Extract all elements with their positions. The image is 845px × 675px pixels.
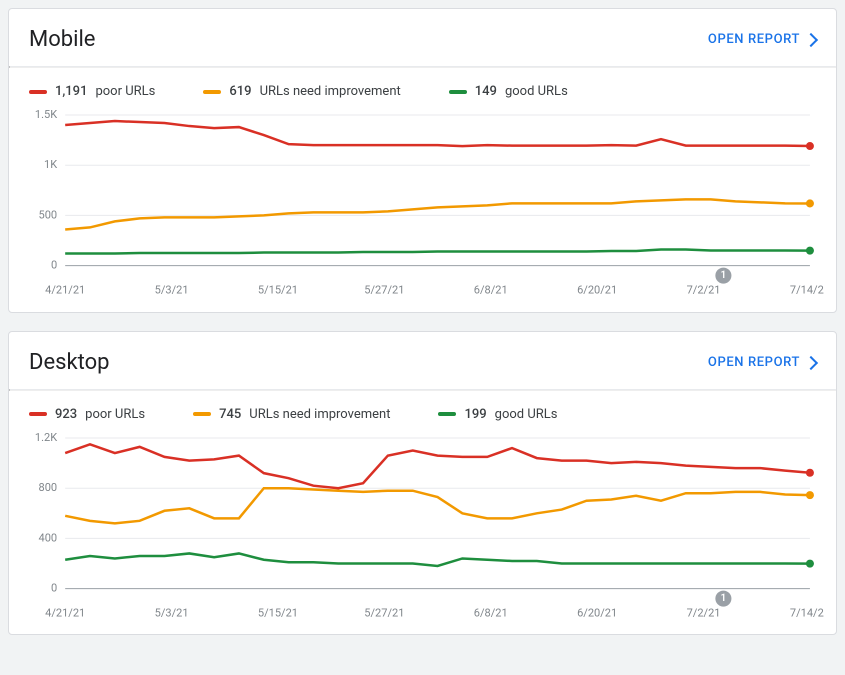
x-tick-label: 7/14/21 (790, 284, 824, 297)
open-report-link[interactable]: OPEN REPORT (708, 355, 816, 370)
x-tick-label: 5/15/21 (258, 284, 298, 297)
legend-value: 199 (464, 407, 486, 422)
legend-value: 619 (229, 84, 251, 99)
series-poor (65, 444, 810, 488)
event-marker-label: 1 (721, 270, 727, 281)
y-tick-label: 1.2K (35, 432, 57, 444)
x-tick-label: 4/21/21 (45, 284, 85, 297)
x-tick-label: 7/2/21 (687, 284, 721, 297)
legend-value: 923 (55, 407, 77, 422)
series-good (65, 553, 810, 566)
card-header: Mobile OPEN REPORT (9, 9, 836, 66)
x-tick-label: 6/8/21 (474, 284, 508, 297)
legend-entry-good[interactable]: 199 good URLs (438, 407, 557, 422)
chart-legend: 923 poor URLs 745 URLs need improvement 19… (9, 391, 836, 432)
legend-label: poor URLs (85, 407, 145, 422)
series-needs-endpoint (806, 199, 814, 207)
legend-label: good URLs (505, 84, 568, 99)
open-report-link[interactable]: OPEN REPORT (708, 32, 816, 47)
y-tick-label: 800 (39, 481, 58, 494)
x-tick-label: 5/27/21 (364, 606, 404, 619)
x-tick-label: 5/3/21 (155, 606, 189, 619)
chart-area: 0 400 800 1.2K 4/21/21 5/3/21 5/15/21 5/27/21 6/… (9, 432, 836, 635)
x-tick-label: 5/3/21 (155, 284, 189, 297)
y-tick-label: 500 (39, 208, 58, 221)
chart-area: 0 500 1K 1.5K 4/21/21 5/3/21 5/15/21 5/27/21 6/8… (9, 109, 836, 312)
legend-entry-needs[interactable]: 745 URLs need improvement (193, 407, 390, 422)
legend-swatch-icon (29, 412, 47, 416)
legend-label: good URLs (495, 407, 558, 422)
chart-svg: 0 500 1K 1.5K 4/21/21 5/3/21 5/15/21 5/27/21 6/8… (21, 109, 824, 300)
series-needs-endpoint (806, 491, 814, 499)
card-header: Desktop OPEN REPORT (9, 332, 836, 389)
open-report-label: OPEN REPORT (708, 32, 800, 47)
series-poor-endpoint (806, 142, 814, 150)
x-tick-label: 4/21/21 (45, 606, 85, 619)
series-poor-endpoint (806, 468, 814, 476)
legend-swatch-icon (438, 412, 456, 416)
x-tick-label: 6/8/21 (474, 606, 508, 619)
card-title: Mobile (29, 27, 95, 52)
desktop-card: Desktop OPEN REPORT 923 poor URLs 745 URLs … (8, 331, 837, 636)
legend-label: URLs need improvement (249, 407, 390, 422)
mobile-card: Mobile OPEN REPORT 1,191 poor URLs 619 URLs… (8, 8, 837, 313)
legend-value: 745 (219, 407, 241, 422)
x-tick-label: 5/27/21 (364, 284, 404, 297)
legend-label: URLs need improvement (260, 84, 401, 99)
legend-entry-poor[interactable]: 923 poor URLs (29, 407, 145, 422)
legend-entry-poor[interactable]: 1,191 poor URLs (29, 84, 155, 99)
legend-label: poor URLs (95, 84, 155, 99)
legend-value: 1,191 (55, 84, 87, 99)
chart-legend: 1,191 poor URLs 619 URLs need improvement… (9, 68, 836, 109)
chevron-right-icon (804, 33, 818, 47)
legend-swatch-icon (203, 90, 221, 94)
legend-entry-good[interactable]: 149 good URLs (449, 84, 568, 99)
x-tick-label: 5/15/21 (258, 606, 298, 619)
legend-swatch-icon (29, 90, 47, 94)
y-tick-label: 1K (44, 158, 57, 171)
y-tick-label: 0 (51, 581, 57, 594)
chevron-right-icon (804, 356, 818, 370)
x-tick-label: 7/14/21 (790, 606, 824, 619)
legend-swatch-icon (449, 90, 467, 94)
open-report-label: OPEN REPORT (708, 355, 800, 370)
legend-entry-needs[interactable]: 619 URLs need improvement (203, 84, 400, 99)
event-marker-label: 1 (721, 593, 727, 604)
y-tick-label: 400 (39, 531, 58, 544)
x-tick-label: 6/20/21 (577, 284, 617, 297)
series-good-endpoint (806, 247, 814, 255)
y-tick-label: 1.5K (35, 109, 57, 121)
series-needs (65, 488, 810, 523)
legend-swatch-icon (193, 412, 211, 416)
series-good (65, 250, 810, 254)
y-tick-label: 0 (51, 259, 57, 272)
series-good-endpoint (806, 559, 814, 567)
series-needs (65, 199, 810, 229)
card-title: Desktop (29, 350, 110, 375)
x-tick-label: 6/20/21 (577, 606, 617, 619)
x-tick-label: 7/2/21 (687, 606, 721, 619)
series-poor (65, 121, 810, 146)
legend-value: 149 (475, 84, 497, 99)
chart-svg: 0 400 800 1.2K 4/21/21 5/3/21 5/15/21 5/27/21 6/… (21, 432, 824, 623)
